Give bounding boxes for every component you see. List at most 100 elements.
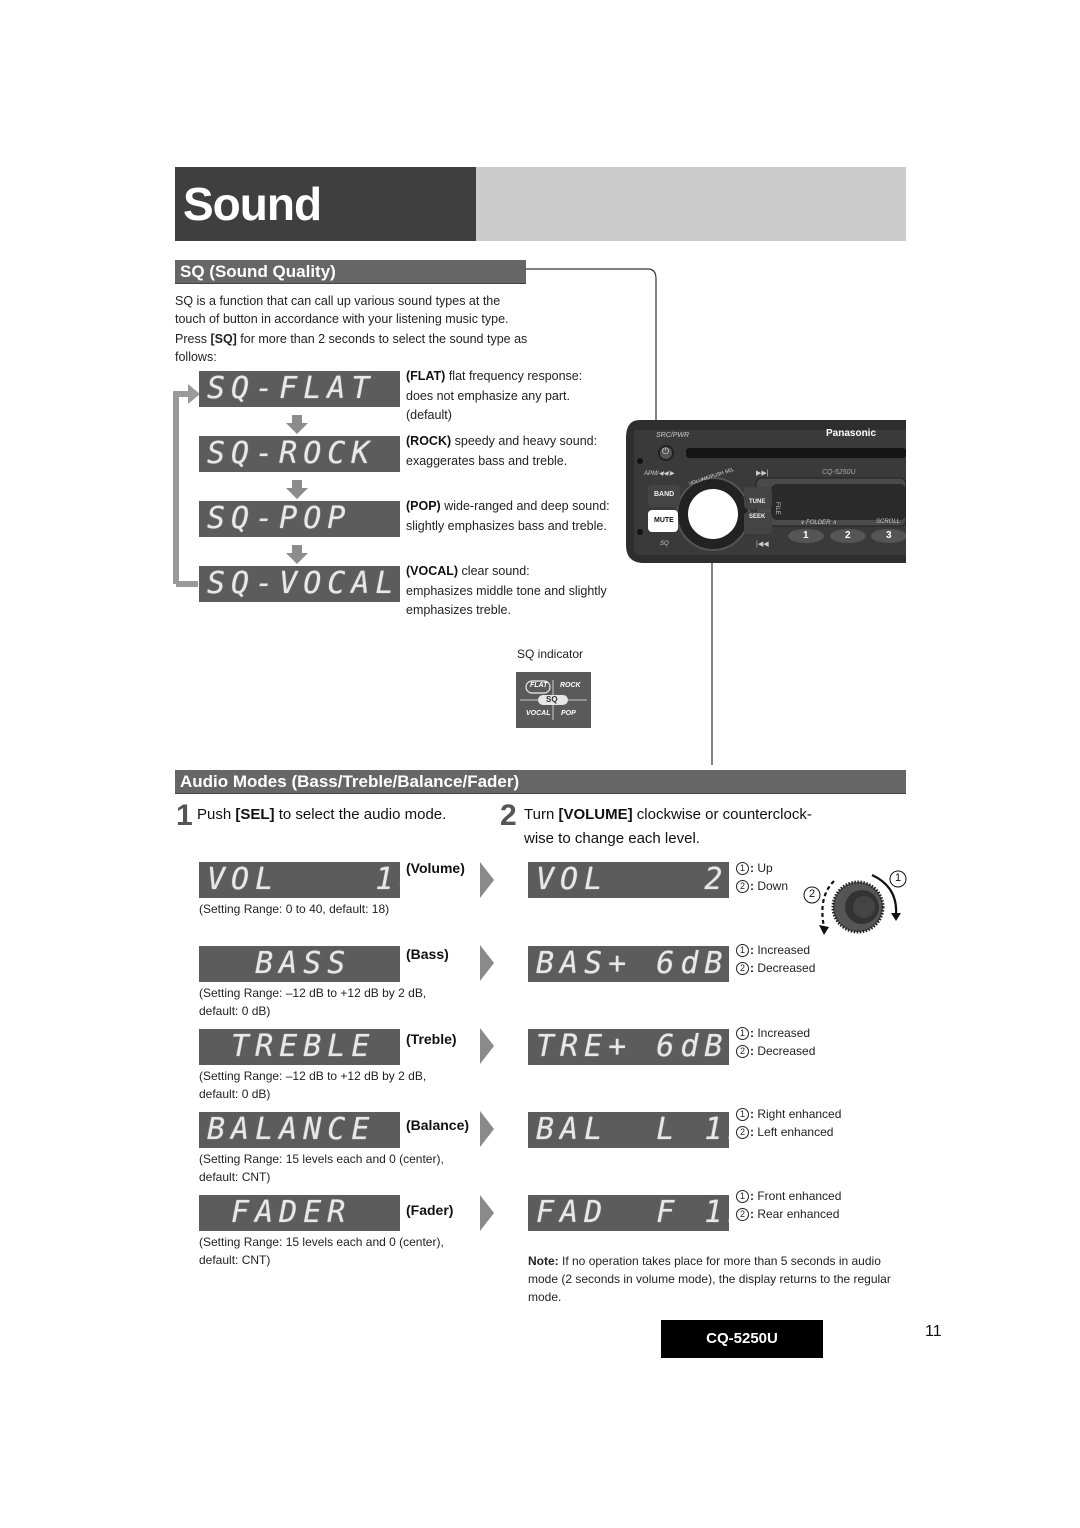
knob-mark-1: 1 [895,872,902,884]
model-badge: CQ-5250U [661,1320,823,1358]
indicator-sq: SQ [546,695,558,704]
bass-options: 1: Increased 2: Decreased [736,941,815,977]
desc-line: flat frequency response: [445,369,583,383]
circled-2-icon: 2 [736,1045,749,1058]
desc-line: does not emphasize any part. [406,388,570,403]
step-text-part: Turn [524,806,559,823]
seek-button[interactable]: SEEK [749,514,765,520]
fader-range: (Setting Range: 15 levels each and 0 (ce… [199,1233,444,1269]
knob-graphic [803,870,907,935]
press-pre: Press [175,332,211,346]
lcd-sq-vocal: SQ-VOCAL [199,566,400,602]
option-right-enhanced: Right enhanced [757,1107,842,1121]
lcd-treble-result: TRE+ 6dB [528,1029,729,1065]
option-rear-enhanced: Rear enhanced [757,1207,840,1221]
range-line: default: 0 dB) [199,1004,271,1018]
sq-indicator-label: SQ indicator [517,647,584,661]
lcd-balance: BALANCE [199,1112,400,1148]
range-line: default: CNT) [199,1170,271,1184]
note-label: Note: [528,1254,559,1268]
balance-range: (Setting Range: 15 levels each and 0 (ce… [199,1150,444,1186]
step-text-part: to select the audio mode. [274,806,447,823]
label-prev: |◀◀ [756,541,769,548]
down-arrow-icon [286,480,308,499]
label-apm: APM/◀◀/▶ [644,471,675,477]
band-button[interactable]: BAND [654,491,674,498]
sq-vocal-description: (VOCAL) clear sound: emphasizes middle t… [406,562,616,621]
sq-press-instruction: Press [SQ] for more than 2 seconds to se… [175,330,530,366]
lcd-volume-result: VOL 20 [528,862,729,898]
volume-knob[interactable] [688,490,738,540]
desc-line: exaggerates bass and treble. [406,453,568,468]
desc-line: (default) [406,408,452,422]
option-decreased: Decreased [757,1044,816,1058]
volume-key-label: [VOLUME] [558,806,633,823]
volume-options: 1: Up 2: Down [736,859,788,895]
label-scroll: SCROLL [876,519,901,525]
sq-rock-description: (ROCK) speedy and heavy sound: exaggerat… [406,432,616,471]
desc-line: clear sound: [458,564,530,578]
down-arrow-icon [286,415,308,434]
volume-knob-illustration: 1 2 [800,865,910,945]
treble-options: 1: Increased 2: Decreased [736,1024,815,1060]
step-2-number: 2 [500,799,517,832]
lcd-balance-result: BAL L 15 [528,1112,729,1148]
power-icon[interactable]: ⏻ [662,446,669,457]
option-decreased: Decreased [757,961,816,975]
lcd-sq-pop: SQ-POP [199,501,400,537]
lcd-treble: TREBLE [199,1029,400,1065]
step-1-text: Push [SEL] to select the audio mode. [197,803,446,827]
desc-line: emphasizes treble. [406,603,511,617]
device-model-label: CQ-5250U [822,469,856,476]
circled-2-icon: 2 [736,962,749,975]
label-src-pwr: SRC/PWR [656,432,690,439]
step-text-part: clockwise or counterclock- [632,806,812,823]
step-text-part: wise to change each level. [524,830,700,847]
option-increased: Increased [757,1026,811,1040]
circled-2-icon: 2 [736,1126,749,1139]
step-2-text: Turn [VOLUME] clockwise or counterclock-… [524,803,812,851]
lcd-sq-rock: SQ-ROCK [199,436,400,472]
indicator-pop: POP [561,710,576,717]
sq-key-label: [SQ] [210,332,237,346]
preset-1-button[interactable]: 1 [803,530,809,541]
circled-2-icon: 2 [736,1208,749,1221]
mode-name: (ROCK) [406,434,452,448]
right-arrow-icon [480,1195,494,1231]
lcd-fader: FADER [199,1195,400,1231]
circled-1-icon: 1 [736,1190,749,1203]
range-line: (Setting Range: –12 dB to +12 dB by 2 dB… [199,986,427,1000]
volume-label: (Volume) [406,860,465,876]
right-arrow-icon [480,1028,494,1064]
label-file: FILE [774,502,780,515]
brand-logo: Panasonic [826,428,877,439]
label-folder: ∨ FOLDER ∧ [800,520,837,526]
mode-name: (FLAT) [406,369,446,383]
bass-label: (Bass) [406,946,449,962]
preset-2-button[interactable]: 2 [845,530,851,541]
treble-range: (Setting Range: –12 dB to +12 dB by 2 dB… [199,1067,426,1103]
range-line: (Setting Range: 15 levels each and 0 (ce… [199,1235,444,1249]
range-line: (Setting Range: –12 dB to +12 dB by 2 dB… [199,1069,427,1083]
lcd-fader-result: FAD F 15 [528,1195,729,1231]
page-title: Sound Controls [175,167,476,304]
audio-note: Note: If no operation takes place for mo… [528,1252,908,1306]
tune-button[interactable]: TUNE [749,499,765,505]
note-text: If no operation takes place for more tha… [528,1254,891,1304]
range-line: (Setting Range: 15 levels each and 0 (ce… [199,1152,444,1166]
circled-1-icon: 1 [736,944,749,957]
mute-button[interactable]: MUTE [654,517,674,524]
indicator-vocal: VOCAL [526,710,551,717]
step-text-part: Push [197,806,236,823]
balance-options: 1: Right enhanced 2: Left enhanced [736,1105,841,1141]
range-line: default: CNT) [199,1253,271,1267]
indicator-flat: FLAT [530,682,548,689]
option-up: Up [757,861,773,875]
preset-3-button[interactable]: 3 [886,530,892,541]
lcd-sq-flat: SQ-FLAT [199,371,400,407]
circled-1-icon: 1 [736,862,749,875]
option-down: Down [757,879,789,893]
option-increased: Increased [757,943,811,957]
desc-line: emphasizes middle tone and slightly [406,583,607,598]
circled-1-icon: 1 [736,1108,749,1121]
